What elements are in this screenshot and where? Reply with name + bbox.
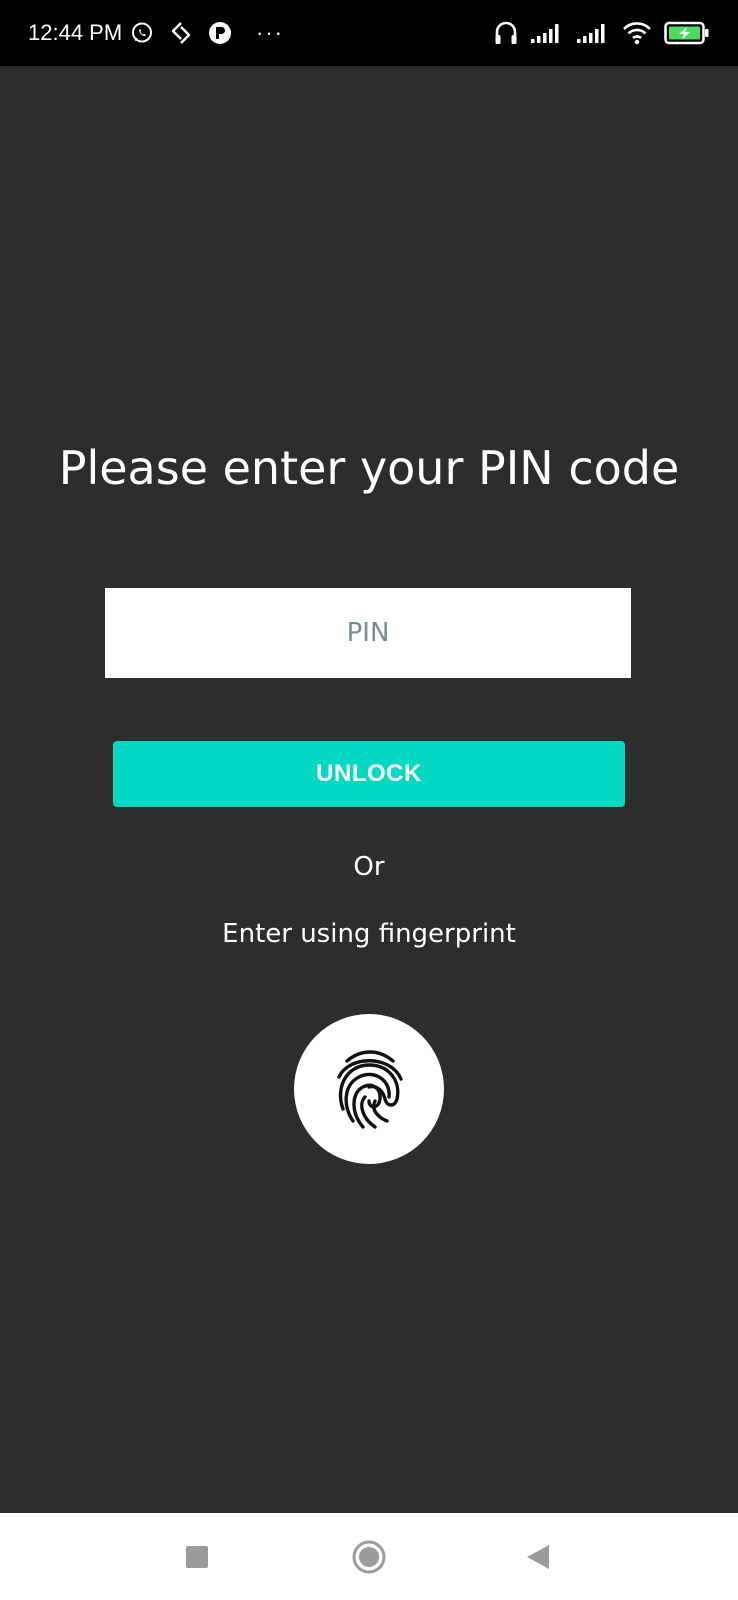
or-label: Or: [353, 852, 385, 882]
battery-charging-icon: [664, 21, 710, 45]
app-notification-icon: [208, 21, 232, 45]
unlock-button[interactable]: UNLOCK: [113, 741, 625, 807]
recents-icon: [185, 1545, 209, 1569]
whatsapp-icon: [130, 21, 154, 45]
back-button[interactable]: [514, 1533, 562, 1581]
status-right-icons: [494, 16, 710, 50]
signal-icon: [530, 22, 564, 44]
pin-input[interactable]: [105, 588, 631, 678]
more-notifications-icon: ···: [256, 20, 284, 45]
sync-icon: [168, 20, 194, 46]
page-title: Please enter your PIN code: [58, 441, 680, 495]
system-navigation-bar: [0, 1513, 738, 1600]
headphones-icon: [494, 20, 518, 46]
signal-icon: [576, 22, 610, 44]
home-icon: [351, 1539, 387, 1575]
status-left-icons: ···: [130, 18, 284, 48]
home-button[interactable]: [345, 1533, 393, 1581]
recents-button[interactable]: [173, 1533, 221, 1581]
fingerprint-button[interactable]: [294, 1014, 444, 1164]
fingerprint-icon: [333, 1047, 405, 1131]
wifi-icon: [622, 21, 652, 45]
status-time: 12:44 PM: [28, 20, 123, 45]
back-icon: [525, 1543, 551, 1571]
pin-lock-screen: Please enter your PIN code UNLOCK Or Ent…: [0, 66, 738, 1513]
status-bar: 12:44 PM ···: [0, 0, 738, 66]
fingerprint-label: Enter using fingerprint: [222, 919, 516, 949]
